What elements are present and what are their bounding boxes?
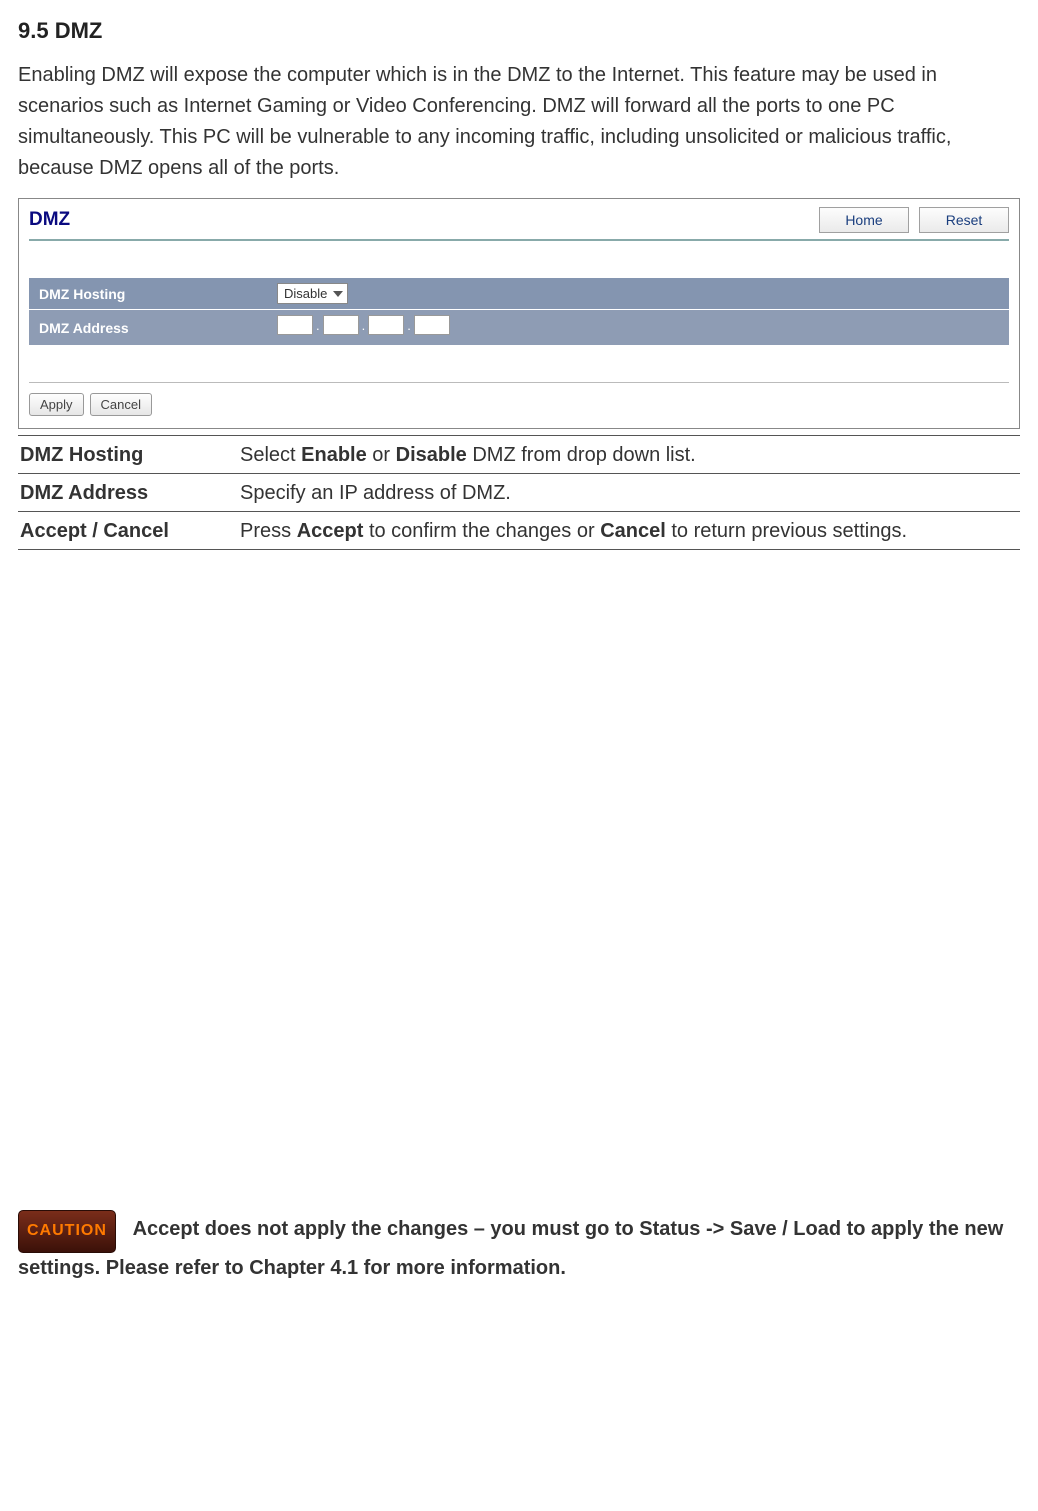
table-row: DMZ Hosting Select Enable or Disable DMZ… [18, 436, 1020, 474]
chevron-down-icon [333, 291, 343, 297]
ip-octet-1[interactable] [277, 315, 313, 335]
desc-text-address: Specify an IP address of DMZ. [238, 474, 1020, 512]
description-table: DMZ Hosting Select Enable or Disable DMZ… [18, 435, 1020, 550]
dmz-hosting-row: DMZ Hosting Disable [29, 278, 1009, 310]
caution-badge-icon: CAUTION [18, 1210, 116, 1253]
section-heading: 9.5 DMZ [18, 18, 1020, 44]
dmz-address-label: DMZ Address [29, 310, 269, 346]
router-header: DMZ Home Reset [29, 207, 1009, 241]
ip-dot: . [362, 318, 366, 333]
desc-label-address: DMZ Address [18, 474, 238, 512]
router-title: DMZ [29, 209, 70, 231]
dmz-address-row: DMZ Address . . . [29, 310, 1009, 346]
ip-dot: . [407, 318, 411, 333]
dmz-address-input-group: . . . [277, 315, 450, 335]
router-header-buttons: Home Reset [819, 207, 1009, 233]
apply-button[interactable]: Apply [29, 393, 84, 416]
router-ui-panel: DMZ Home Reset DMZ Hosting Disable DMZ A… [18, 198, 1020, 429]
desc-text-hosting: Select Enable or Disable DMZ from drop d… [238, 436, 1020, 474]
ip-dot: . [316, 318, 320, 333]
cancel-button[interactable]: Cancel [90, 393, 152, 416]
desc-label-hosting: DMZ Hosting [18, 436, 238, 474]
ip-octet-3[interactable] [368, 315, 404, 335]
table-row: DMZ Address Specify an IP address of DMZ… [18, 474, 1020, 512]
desc-text-accept-cancel: Press Accept to confirm the changes or C… [238, 512, 1020, 550]
caution-text: Accept does not apply the changes – you … [18, 1218, 1003, 1279]
ip-octet-2[interactable] [323, 315, 359, 335]
caution-block: CAUTION Accept does not apply the change… [18, 1210, 1020, 1284]
dmz-hosting-select[interactable]: Disable [277, 283, 348, 304]
ip-octet-4[interactable] [414, 315, 450, 335]
divider [29, 382, 1009, 383]
home-button[interactable]: Home [819, 207, 909, 233]
reset-button[interactable]: Reset [919, 207, 1009, 233]
table-row: Accept / Cancel Press Accept to confirm … [18, 512, 1020, 550]
router-form-table: DMZ Hosting Disable DMZ Address . . . [29, 277, 1009, 346]
intro-paragraph: Enabling DMZ will expose the computer wh… [18, 60, 1020, 184]
dmz-hosting-label: DMZ Hosting [29, 278, 269, 310]
dmz-hosting-value: Disable [284, 286, 327, 301]
desc-label-accept-cancel: Accept / Cancel [18, 512, 238, 550]
router-actions: Apply Cancel [29, 393, 1009, 416]
